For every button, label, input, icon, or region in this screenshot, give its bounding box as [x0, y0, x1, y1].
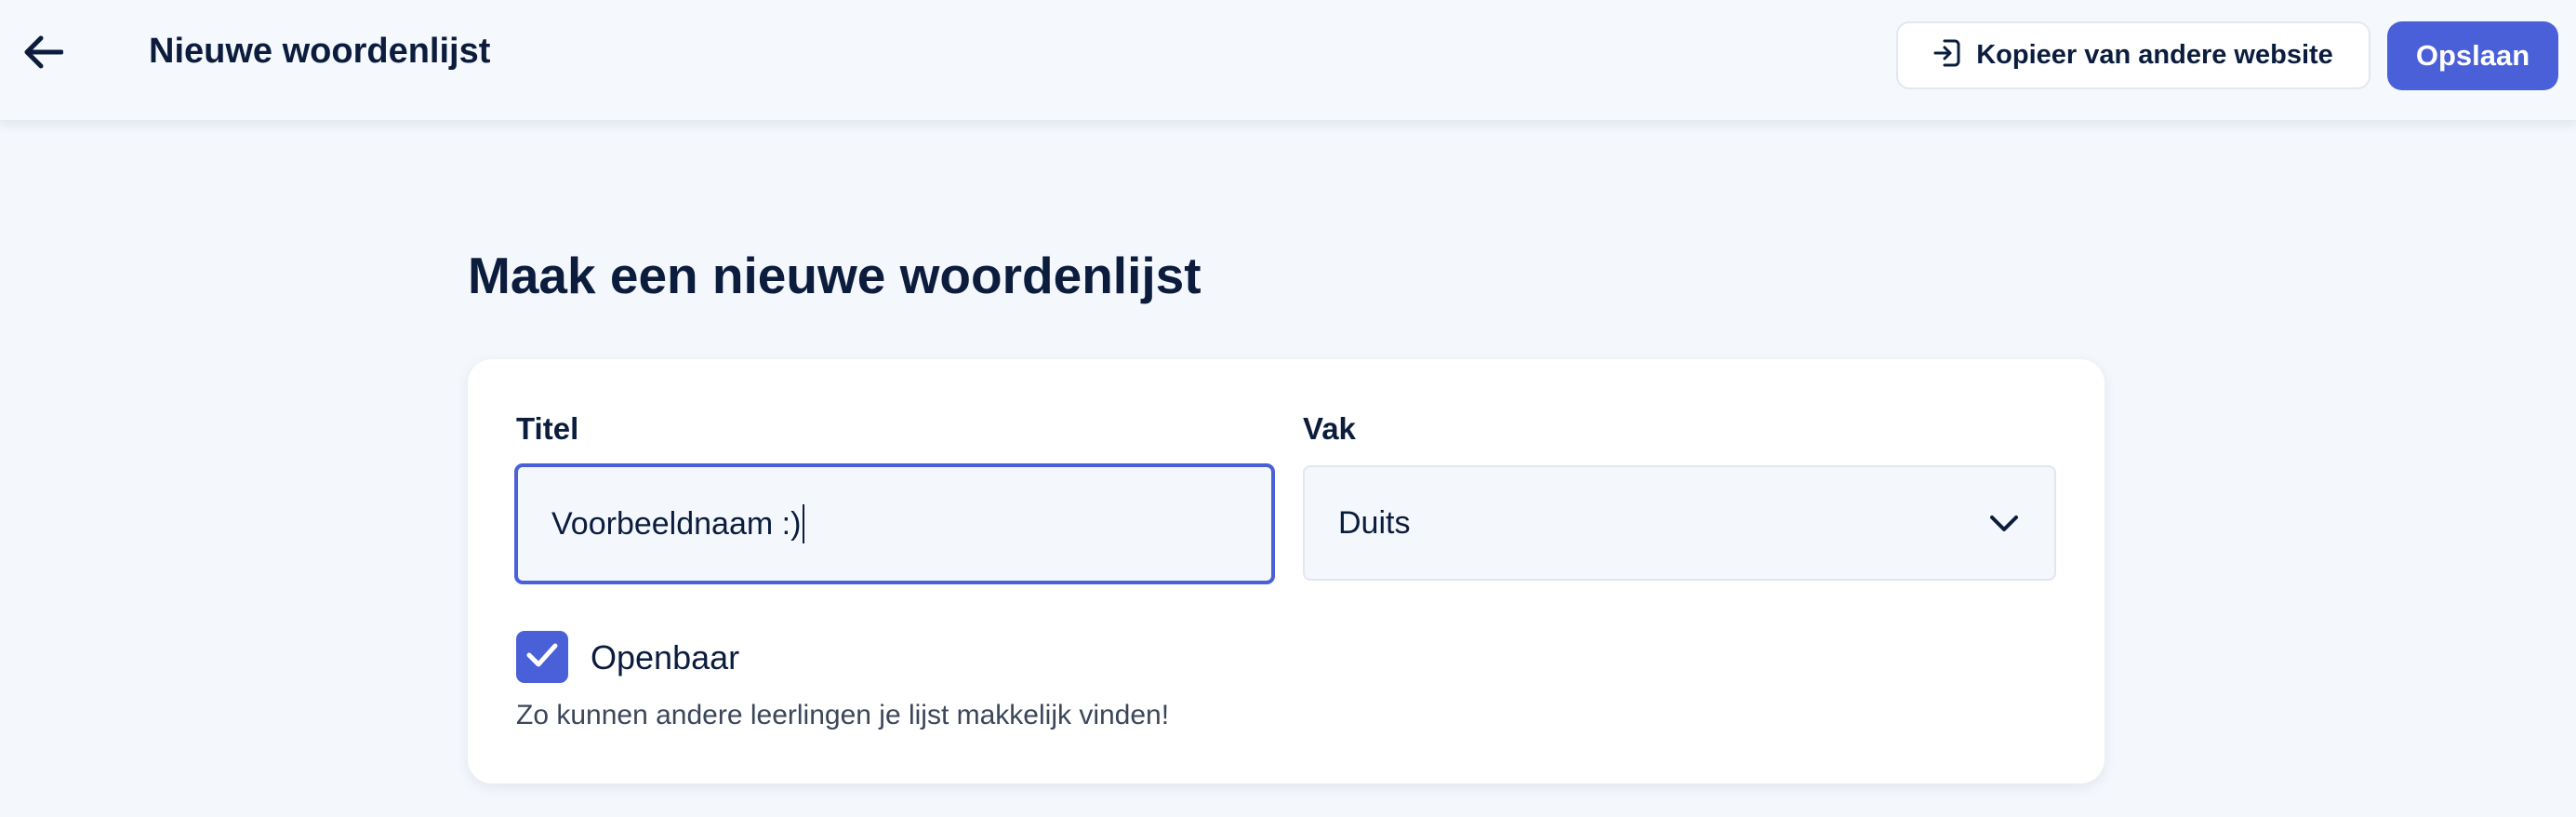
public-checkbox-label[interactable]: Openbaar — [591, 638, 739, 677]
checkmark-icon — [525, 642, 559, 673]
title-label: Titel — [516, 411, 579, 446]
subject-select[interactable]: Duits — [1303, 465, 2056, 581]
subject-select-value: Duits — [1338, 504, 1411, 541]
copy-from-website-label: Kopieer van andere website — [1976, 40, 2333, 70]
back-button[interactable] — [17, 26, 69, 82]
arrow-left-icon — [22, 33, 64, 75]
public-checkbox[interactable] — [516, 631, 568, 683]
form-heading: Maak een nieuwe woordenlijst — [468, 247, 1202, 304]
copy-from-website-button[interactable]: Kopieer van andere website — [1896, 21, 2370, 89]
page-title: Nieuwe woordenlijst — [149, 32, 491, 71]
title-input[interactable]: Voorbeeldnaam :) — [514, 463, 1275, 584]
wordlist-form-card: Titel Voorbeeldnaam :) Vak Duits Openbaa… — [468, 359, 2105, 784]
chevron-down-icon — [1989, 505, 2019, 542]
top-bar: Nieuwe woordenlijst Kopieer van andere w… — [0, 0, 2576, 121]
save-button[interactable]: Opslaan — [2387, 21, 2558, 90]
text-caret — [803, 504, 805, 543]
import-icon — [1933, 38, 1961, 73]
public-hint: Zo kunnen andere leerlingen je lijst mak… — [516, 700, 1170, 730]
title-input-value: Voorbeeldnaam :) — [551, 505, 802, 542]
subject-label: Vak — [1303, 411, 1356, 446]
